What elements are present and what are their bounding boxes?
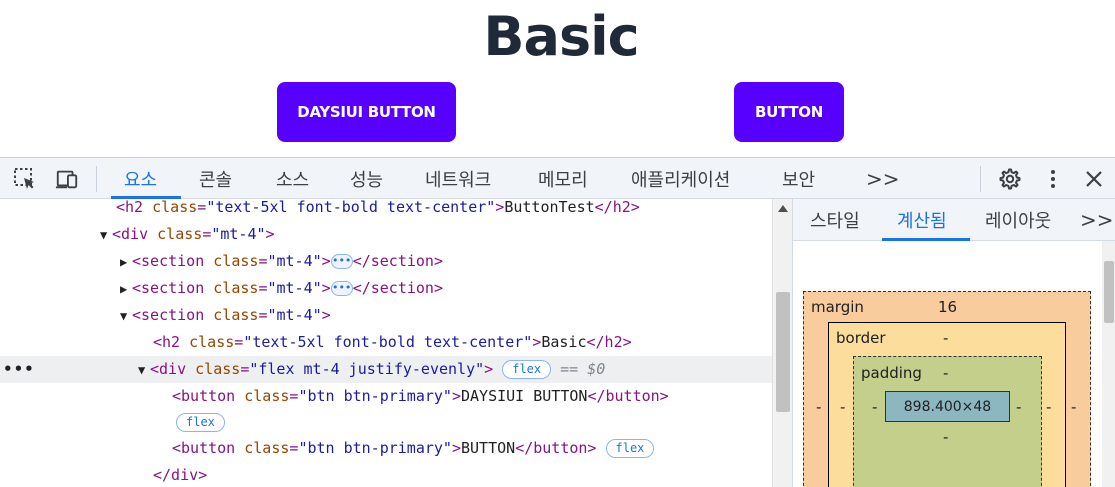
padding-label: padding <box>861 364 922 382</box>
side-scrollbar[interactable] <box>1102 241 1115 487</box>
dom-node-button[interactable]: <button class="btn btn-primary">BUTTON</… <box>0 435 772 462</box>
toolbar-divider <box>96 166 97 192</box>
tab-computed[interactable]: 계산됨 <box>897 199 947 241</box>
margin-top-value[interactable]: 16 <box>938 298 957 316</box>
tab-console[interactable]: 콘솔 <box>199 158 232 199</box>
expand-triangle-icon[interactable]: ▼ <box>100 222 112 249</box>
more-tabs-button[interactable]: >> <box>866 158 900 199</box>
tab-performance[interactable]: 성능 <box>350 158 383 199</box>
margin-right-value[interactable]: - <box>1071 398 1076 416</box>
tab-application[interactable]: 애플리케이션 <box>631 158 730 199</box>
button[interactable]: BUTTON <box>734 82 844 142</box>
dom-node-section-collapsed[interactable]: ▶ <section class="mt-4">•••</section> <box>0 248 772 275</box>
devtools-toolbar: 요소 콘솔 소스 성능 네트워크 메모리 애플리케이션 보안 >> <box>0 157 1115 199</box>
dom-node-div-mt4[interactable]: ▼ <div class="mt-4"> <box>0 221 772 248</box>
tab-layout[interactable]: 레이아웃 <box>985 199 1051 241</box>
dom-node-badge-row: flex <box>0 409 772 436</box>
more-vertical-icon[interactable] <box>1041 167 1065 191</box>
scroll-up-arrow-icon[interactable] <box>778 205 788 212</box>
side-tabs: 스타일 계산됨 레이아웃 >> <box>793 199 1115 241</box>
side-scrollbar-thumb[interactable] <box>1104 261 1114 323</box>
tab-network[interactable]: 네트워크 <box>425 158 491 199</box>
border-label: border <box>836 329 886 347</box>
dom-node-button-daysiui[interactable]: <button class="btn btn-primary">DAYSIUI … <box>0 383 772 410</box>
tab-security[interactable]: 보안 <box>782 158 815 199</box>
box-model-content[interactable]: 898.400×48 <box>885 391 1010 422</box>
tab-memory[interactable]: 메모리 <box>538 158 588 199</box>
flex-badge[interactable]: flex <box>502 360 552 379</box>
padding-right-value[interactable]: - <box>1016 398 1021 416</box>
dom-node-h2-buttontest[interactable]: <h2 class="text-5xl font-bold text-cente… <box>0 194 772 221</box>
expand-triangle-icon[interactable]: ▼ <box>120 303 132 330</box>
collapsed-content-ellipsis[interactable]: ••• <box>330 281 353 296</box>
active-side-tab-indicator <box>882 238 970 241</box>
scrollbar-thumb[interactable] <box>776 292 790 412</box>
toolbar-divider <box>980 166 981 192</box>
elements-tree: <h2 class="text-5xl font-bold text-cente… <box>0 198 772 487</box>
border-right-value[interactable]: - <box>1046 398 1051 416</box>
node-actions-dots[interactable]: ••• <box>3 356 35 383</box>
page-title: Basic <box>483 5 639 68</box>
elements-scrollbar[interactable] <box>772 199 792 487</box>
selected-node-marker: == $0 <box>560 360 606 378</box>
border-top-value[interactable]: - <box>943 329 948 347</box>
collapse-triangle-icon[interactable]: ▶ <box>120 249 132 276</box>
padding-bottom-value[interactable]: - <box>943 428 948 446</box>
collapse-triangle-icon[interactable]: ▶ <box>120 276 132 303</box>
computed-panel: 스타일 계산됨 레이아웃 >> margin 16 - - border - -… <box>792 199 1115 487</box>
dom-node-h2-basic[interactable]: <h2 class="text-5xl font-bold text-cente… <box>0 329 772 356</box>
margin-label: margin <box>811 298 864 316</box>
dom-node-div-close[interactable]: </div> <box>0 462 772 487</box>
dom-node-section-expanded[interactable]: ▼ <section class="mt-4"> <box>0 302 772 329</box>
daysiui-button[interactable]: DAYSIUI BUTTON <box>277 82 456 142</box>
flex-badge[interactable]: flex <box>605 439 655 458</box>
more-side-tabs-button[interactable]: >> <box>1080 199 1114 241</box>
expand-triangle-icon[interactable]: ▼ <box>138 357 150 384</box>
device-toolbar-icon[interactable] <box>55 167 79 191</box>
tab-sources[interactable]: 소스 <box>276 158 309 199</box>
flex-badge[interactable]: flex <box>176 413 225 432</box>
gear-icon[interactable] <box>997 167 1021 191</box>
dom-node-section-collapsed[interactable]: ▶ <section class="mt-4">•••</section> <box>0 275 772 302</box>
border-left-value[interactable]: - <box>840 398 845 416</box>
padding-top-value[interactable]: - <box>943 364 948 382</box>
page-preview: Basic DAYSIUI BUTTON BUTTON <box>0 0 1115 157</box>
collapsed-content-ellipsis[interactable]: ••• <box>330 254 353 269</box>
padding-left-value[interactable]: - <box>872 398 877 416</box>
tab-elements[interactable]: 요소 <box>124 158 157 199</box>
inspect-element-icon[interactable] <box>13 167 37 191</box>
margin-left-value[interactable]: - <box>816 398 821 416</box>
dom-node-div-flex-selected[interactable]: ••• ▼ <div class="flex mt-4 justify-evenl… <box>0 356 772 383</box>
close-icon[interactable] <box>1082 167 1106 191</box>
tab-styles[interactable]: 스타일 <box>810 199 860 241</box>
